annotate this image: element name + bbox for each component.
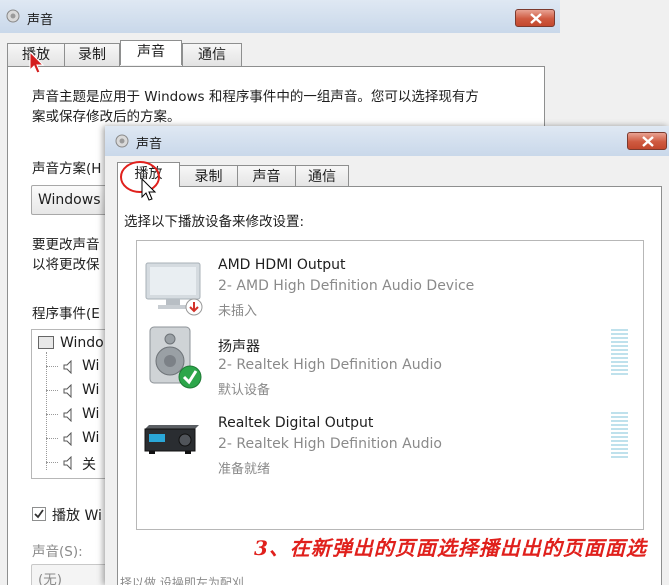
- device-list[interactable]: AMD HDMI Output 2- AMD High Definition A…: [136, 240, 644, 530]
- instruction-text: 选择以下播放设备来修改设置:: [124, 214, 305, 230]
- speaker-title-icon: [114, 133, 130, 149]
- tree-branch: [46, 366, 58, 367]
- front-titlebar[interactable]: 声音: [105, 126, 669, 156]
- speaker-icon: [63, 384, 72, 398]
- speaker-icon: [149, 326, 202, 389]
- change-text-line-1: 要更改声音: [32, 237, 100, 253]
- change-text-line-2: 以将更改保: [32, 257, 100, 273]
- back-window-title: 声音: [27, 13, 54, 28]
- device-status: 未插入: [218, 304, 258, 319]
- speaker-icon: [63, 360, 72, 374]
- digital-receiver-icon: [144, 425, 199, 454]
- back-titlebar[interactable]: 声音: [0, 0, 560, 33]
- device-status: 准备就绪: [218, 462, 271, 477]
- device-description: 2- Realtek High Definition Audio: [218, 357, 442, 373]
- front-tab-panel: 选择以下播放设备来修改设置: AMD HDMI Output 2- AMD Hi…: [117, 186, 662, 585]
- back-intro-line-1: 声音主题是应用于 Windows 和程序事件中的一组声音。您可以选择现有方: [32, 89, 479, 105]
- back-tab-recording[interactable]: 录制: [64, 43, 120, 66]
- speaker-title-icon: [5, 8, 21, 24]
- play-windows-startup-checkbox[interactable]: [32, 507, 46, 521]
- back-tab-communications[interactable]: 通信: [182, 43, 242, 66]
- front-tab-recording[interactable]: 录制: [179, 165, 238, 188]
- device-status: 默认设备: [218, 383, 271, 398]
- checkbox-label: 播放 Wi: [52, 508, 102, 524]
- tree-branch: [46, 462, 58, 463]
- checkmark-icon: [34, 509, 44, 519]
- scheme-label: 声音方案(H: [32, 161, 102, 177]
- device-row-digital-output[interactable]: Realtek Digital Output 2- Realtek High D…: [137, 401, 643, 481]
- tree-branch: [46, 390, 58, 391]
- device-description: 2- AMD High Definition Audio Device: [218, 278, 475, 294]
- bottom-hint-box: 择以做 设操即左为配刈: [117, 574, 277, 585]
- speaker-icon: [63, 456, 72, 470]
- sounds-select[interactable]: (无): [31, 564, 111, 585]
- tutorial-caption: 3、在新弹出的页面选择播出出的页面面选: [254, 536, 647, 560]
- bottom-hint-text: 择以做 设操即左为配刈: [120, 576, 244, 585]
- front-tab-sounds[interactable]: 声音: [237, 165, 296, 188]
- volume-meter: [611, 329, 628, 377]
- volume-meter: [611, 412, 628, 460]
- front-window-title: 声音: [136, 137, 163, 152]
- back-close-button[interactable]: [515, 9, 555, 27]
- speaker-icon: [63, 408, 72, 422]
- back-intro-line-2: 案或保存修改后的方案。: [32, 109, 181, 125]
- mouse-cursor-icon: [141, 178, 157, 201]
- device-name: AMD HDMI Output: [218, 257, 346, 273]
- device-name: Realtek Digital Output: [218, 415, 374, 431]
- device-description: 2- Realtek High Definition Audio: [218, 436, 442, 452]
- device-row-speakers[interactable]: 扬声器 2- Realtek High Definition Audio 默认设…: [137, 321, 643, 401]
- front-tab-communications[interactable]: 通信: [295, 165, 349, 188]
- speaker-icon: [63, 432, 72, 446]
- tree-branch: [46, 438, 58, 439]
- program-events-label: 程序事件(E: [32, 306, 100, 322]
- monitor-icon: [145, 262, 203, 316]
- windows-category-icon: [38, 336, 54, 349]
- device-row-hdmi[interactable]: AMD HDMI Output 2- AMD High Definition A…: [137, 241, 643, 321]
- front-close-button[interactable]: [627, 132, 667, 150]
- front-sound-window: 声音 播放 录制 声音 通信 选择以下播放设备来修改设置: AMD HDMI O…: [105, 126, 669, 585]
- events-root-label: Windo: [60, 335, 104, 351]
- red-cursor-icon: [29, 51, 45, 74]
- device-name: 扬声器: [218, 339, 260, 355]
- sounds-label: 声音(S):: [32, 544, 83, 560]
- back-tab-sounds[interactable]: 声音: [120, 40, 182, 65]
- tree-branch: [46, 414, 58, 415]
